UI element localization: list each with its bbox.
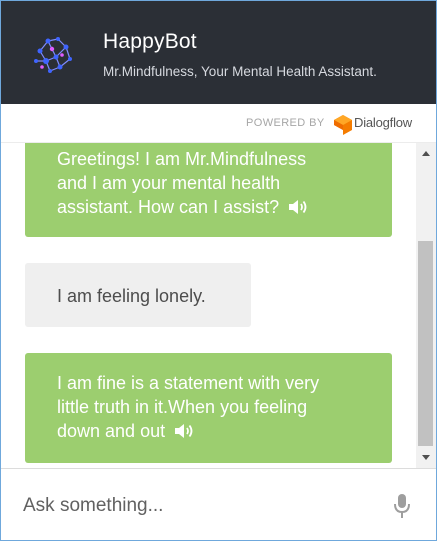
message-line: I am feeling lonely. [57,286,206,306]
message-input[interactable] [21,491,365,521]
bot-message: Greetings! I am Mr.Mindfulness and I am … [25,143,392,237]
message-line: Greetings! I am Mr.Mindfulness [57,149,307,169]
bot-message: I am fine is a statement with very littl… [25,353,392,463]
microphone-icon[interactable] [392,493,412,519]
user-message: I am feeling lonely. [25,263,251,327]
speaker-icon[interactable] [288,199,308,215]
chat-header: HappyBot Mr.Mindfulness, Your Mental Hea… [1,1,436,104]
scrollbar[interactable] [416,143,436,468]
message-line: little truth in it.When you feeling [57,397,308,417]
powered-by-bar: POWERED BY Dialogflow [1,104,436,143]
message-line: down and out [57,421,166,441]
input-bar [1,468,436,540]
message-line: I am fine is a statement with very [57,373,320,393]
powered-by-label: POWERED BY [246,117,325,129]
dialogflow-icon[interactable] [334,115,352,135]
bot-name: HappyBot [103,30,197,53]
speaker-icon[interactable] [174,423,194,439]
message-line: and I am your mental health [57,173,281,193]
message-line: assistant. How can I assist? [57,197,280,217]
chat-widget: HappyBot Mr.Mindfulness, Your Mental Hea… [0,0,437,541]
scroll-up-arrow-icon[interactable] [422,151,430,156]
scrollbar-thumb[interactable] [418,241,433,446]
scroll-down-arrow-icon[interactable] [422,455,430,460]
message-list: Greetings! I am Mr.Mindfulness and I am … [1,143,416,468]
network-brain-icon [34,37,72,73]
bot-subtitle: Mr.Mindfulness, Your Mental Health Assis… [103,64,377,79]
dialogflow-link[interactable]: Dialogflow [354,115,412,130]
